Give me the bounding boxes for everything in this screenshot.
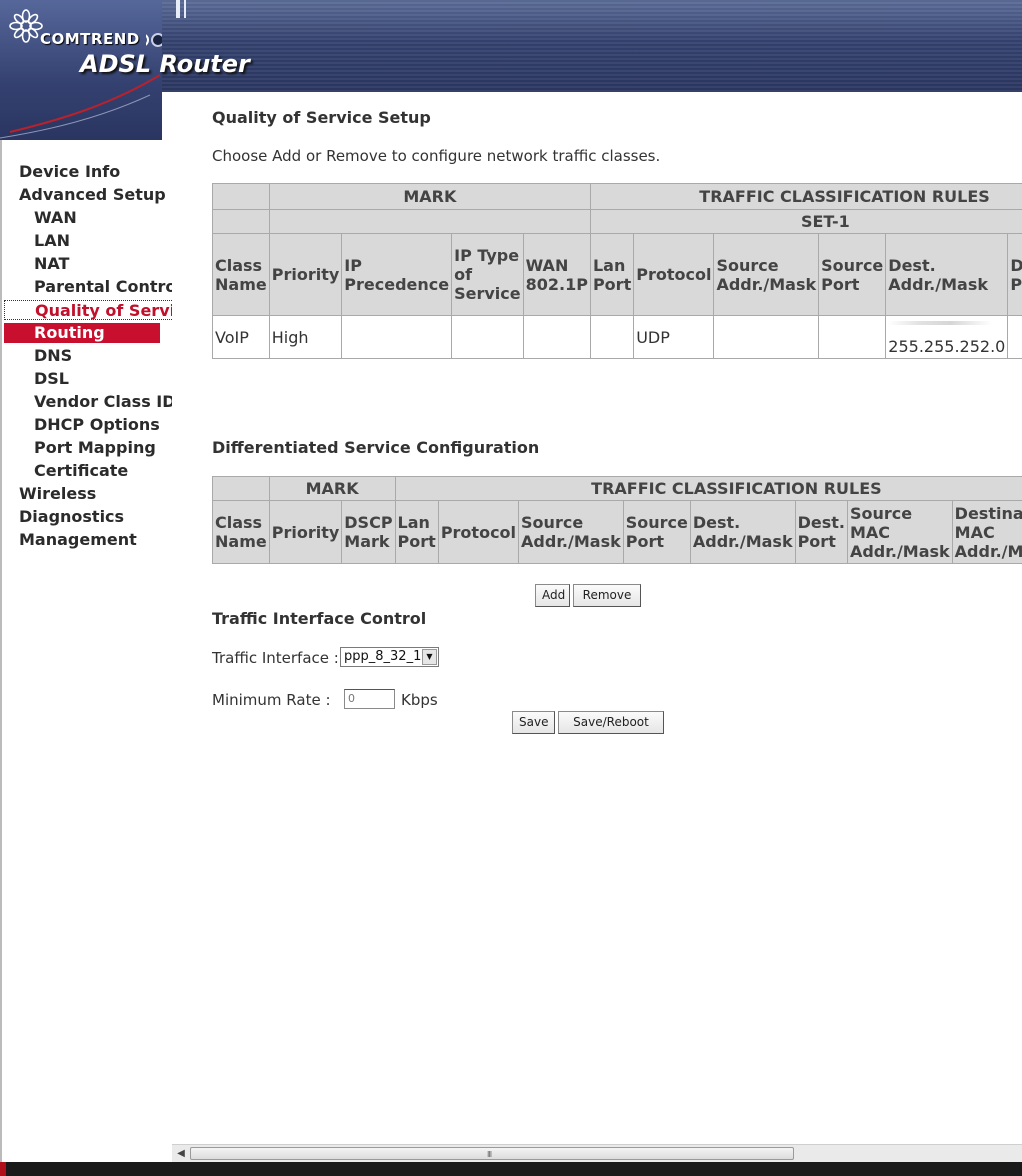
sidebar-item-wan[interactable]: WAN [34, 208, 77, 228]
main-content: Quality of Service Setup Choose Add or R… [172, 92, 1022, 1144]
cell-priority: High [268, 315, 343, 359]
diffserv-table: MARK TRAFFIC CLASSIFICATION RULES Class … [212, 476, 1022, 564]
col-wan-8021p: WAN 802.1P [522, 233, 591, 316]
qos-description: Choose Add or Remove to configure networ… [212, 147, 661, 165]
sidebar-item-quality-of-service[interactable]: Quality of Service [4, 300, 195, 320]
table-header-empty [212, 183, 270, 210]
cell-ip-tos [451, 315, 524, 359]
qos-setup-title: Quality of Service Setup [212, 108, 431, 127]
save-reboot-button[interactable]: Save/Reboot [558, 711, 664, 734]
col-source-addr-mask: Source Addr./Mask [713, 233, 820, 316]
sidebar-item-vendor-class-id[interactable]: Vendor Class ID [34, 392, 176, 412]
header-divider [176, 0, 180, 18]
qos-class-table: MARK TRAFFIC CLASSIFICATION RULES SET-1 … [212, 183, 1022, 359]
mark-group-header: MARK [268, 476, 396, 501]
sidebar-item-routing[interactable]: Routing [4, 323, 160, 343]
col-priority: Priority [268, 500, 343, 564]
col-lan-port: Lan Port [589, 233, 635, 316]
col-dscp-mark: DSCP Mark [341, 500, 396, 564]
col-destination-mac: Destination MAC Addr./Mask [951, 500, 1022, 564]
logo-swoosh-icon [0, 74, 161, 139]
header-divider [184, 0, 186, 18]
cell-lan-port [589, 315, 635, 359]
comtrend-flower-icon [9, 9, 43, 43]
cell-protocol: UDP [633, 315, 715, 359]
sidebar-nav: Device Info Advanced Setup WAN LAN NAT P… [0, 140, 195, 1176]
col-dest-port: Dest. Port [1007, 233, 1022, 316]
horizontal-scrollbar[interactable]: ◀ III [172, 1144, 1022, 1162]
col-source-mac: Source MAC Addr./Mask [846, 500, 953, 564]
col-source-port: Source Port [818, 233, 887, 316]
traffic-interface-select[interactable]: ppp_8_32_1 ▼ [340, 647, 439, 667]
add-button[interactable]: Add [535, 584, 570, 607]
col-dest-addr-mask: Dest. Addr./Mask [689, 500, 796, 564]
bottom-accent [0, 1162, 6, 1176]
cell-ip-precedence [341, 315, 453, 359]
col-dest-port: Dest. Port [794, 500, 848, 564]
traffic-interface-title: Traffic Interface Control [212, 609, 427, 628]
col-protocol: Protocol [633, 233, 715, 316]
cell-wan-8021p [522, 315, 591, 359]
col-source-addr-mask: Source Addr./Mask [518, 500, 624, 564]
scroll-left-icon[interactable]: ◀ [174, 1146, 188, 1161]
cell-dest-addr-mask: 255.255.252.0 [885, 315, 1009, 359]
sidebar-item-device-info[interactable]: Device Info [19, 162, 120, 182]
col-dest-addr-mask: Dest. Addr./Mask [885, 233, 1009, 316]
col-ip-precedence: IP Precedence [341, 233, 453, 316]
traffic-interface-label: Traffic Interface : [212, 649, 339, 667]
sidebar-item-dsl[interactable]: DSL [34, 369, 69, 389]
col-ip-tos: IP Type of Service [451, 233, 524, 316]
diffserv-title: Differentiated Service Configuration [212, 438, 540, 457]
brand-name: COMTREND [40, 30, 140, 48]
min-rate-input[interactable]: 0 [344, 689, 395, 709]
cell-source-addr [713, 315, 820, 359]
table-header-empty [212, 476, 270, 501]
sidebar-item-parental-control[interactable]: Parental Control [34, 277, 182, 297]
col-class-name: Class Name [212, 500, 270, 564]
sidebar-item-dns[interactable]: DNS [34, 346, 72, 366]
sidebar-item-certificate[interactable]: Certificate [34, 461, 128, 481]
cell-dest-port [1007, 315, 1022, 359]
table-row: VoIP High UDP 255.255.252.0 [212, 315, 1022, 359]
col-protocol: Protocol [437, 500, 520, 564]
header-stripes [160, 0, 1022, 92]
col-source-port: Source Port [622, 500, 691, 564]
scrollbar-grip-icon: III [487, 1150, 492, 1159]
cell-class-name: VoIP [212, 315, 270, 359]
col-lan-port: Lan Port [394, 500, 439, 564]
sidebar-item-diagnostics[interactable]: Diagnostics [19, 507, 124, 527]
traffic-interface-value: ppp_8_32_1 [344, 649, 422, 664]
min-rate-unit: Kbps [401, 691, 438, 709]
scrollbar-thumb[interactable]: III [190, 1147, 794, 1160]
col-priority: Priority [268, 233, 343, 316]
product-name: ADSL Router [80, 50, 250, 78]
col-class-name: Class Name [212, 233, 270, 316]
mark-group-header: MARK [268, 183, 591, 210]
redacted-address [888, 321, 993, 325]
sidebar-item-wireless[interactable]: Wireless [19, 484, 96, 504]
bottom-bar [0, 1162, 1022, 1176]
sidebar-item-management[interactable]: Management [19, 530, 137, 550]
brand-dots-icon [146, 33, 162, 47]
dest-mask-text: 255.255.252.0 [888, 337, 1006, 356]
sidebar-item-dhcp-options[interactable]: DHCP Options [34, 415, 160, 435]
set1-header: SET-1 [589, 209, 1022, 234]
table-header-empty [268, 209, 591, 234]
table-header-empty [212, 209, 270, 234]
remove-button[interactable]: Remove [573, 584, 641, 607]
cell-source-port [818, 315, 887, 359]
rules-group-header: TRAFFIC CLASSIFICATION RULES [394, 476, 1022, 501]
sidebar-item-lan[interactable]: LAN [34, 231, 70, 251]
rules-group-header: TRAFFIC CLASSIFICATION RULES [589, 183, 1022, 210]
sidebar-item-port-mapping[interactable]: Port Mapping [34, 438, 156, 458]
min-rate-label: Minimum Rate : [212, 691, 331, 709]
save-button[interactable]: Save [512, 711, 555, 734]
sidebar-item-advanced-setup[interactable]: Advanced Setup [19, 185, 166, 205]
sidebar-item-nat[interactable]: NAT [34, 254, 69, 274]
chevron-down-icon[interactable]: ▼ [422, 649, 437, 665]
